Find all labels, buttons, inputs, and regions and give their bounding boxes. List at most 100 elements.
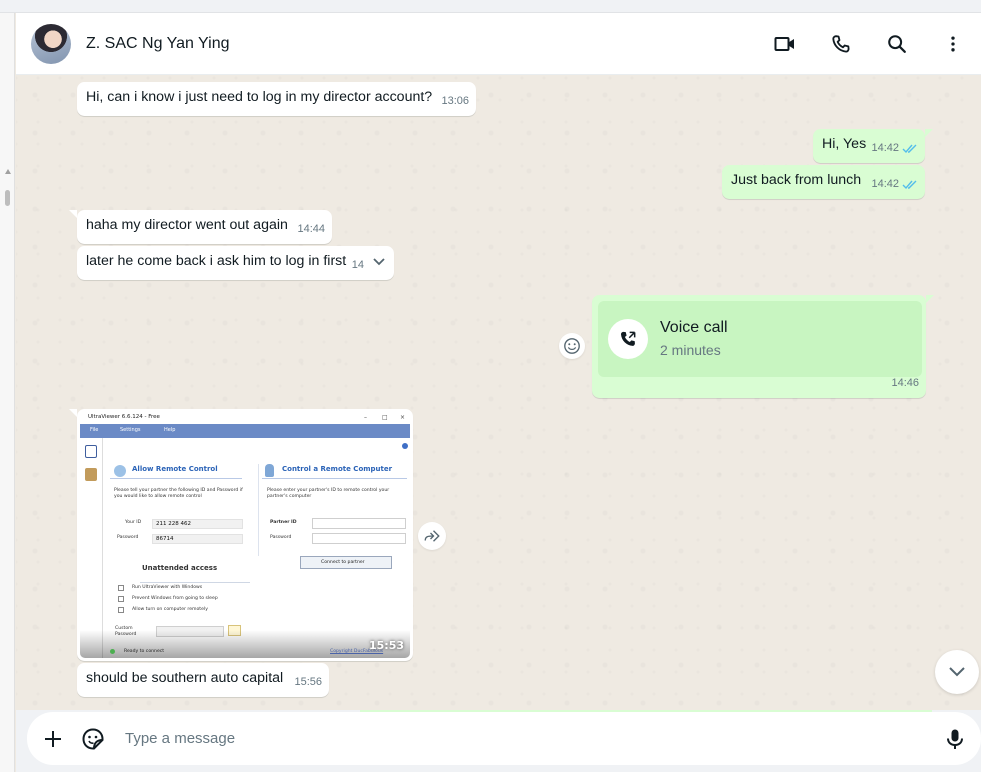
uv-menu-item: Settings [120, 427, 141, 433]
chat-area[interactable]: Hi, can i know i just need to log in my … [16, 76, 981, 710]
chat-header: Z. SAC Ng Yan Ying [16, 13, 981, 75]
message-image[interactable]: UltraViewer 6.6.124 - Free – □ × File Se… [69, 409, 413, 661]
phone-call-icon [620, 331, 636, 346]
message-voice-call[interactable]: Voice call 2 minutes 14:46 [592, 295, 934, 398]
uv-allow-desc: Please tell your partner the following I… [114, 488, 243, 499]
uv-allow-icon [114, 465, 126, 477]
message-incoming[interactable]: haha my director went out again 14:44 [69, 210, 332, 244]
call-duration: 2 minutes [660, 342, 721, 358]
uv-password-field: 86714 [152, 534, 243, 544]
uv-partner-label: Partner ID [270, 520, 297, 525]
uv-option-label: Allow turn on computer remotely [132, 607, 208, 612]
message-time: 14:46 [891, 377, 919, 389]
message-composer [27, 712, 981, 765]
read-ticks-icon [902, 144, 917, 154]
uv-status-text: Ready to connect [124, 649, 165, 654]
message-time: 15:56 [294, 676, 322, 688]
message-meta: 13:06 [441, 92, 469, 111]
uv-status-dot [110, 649, 115, 654]
uv-id-field: 211 228 462 [152, 519, 243, 529]
voice-call-card[interactable]: Voice call 2 minutes [598, 301, 922, 377]
uv-statusbar: Ready to connect Copyright DucFabulous [80, 646, 410, 658]
message-meta: 15:56 [294, 673, 322, 692]
message-options-button[interactable] [368, 254, 390, 270]
voice-message-button[interactable] [935, 719, 975, 759]
voice-call-button[interactable] [813, 13, 869, 75]
call-title: Voice call [660, 319, 728, 336]
avatar[interactable] [31, 23, 71, 64]
uv-unattended-title: Unattended access [142, 564, 218, 572]
scrollbar-thumb[interactable] [5, 190, 10, 206]
smiley-icon [564, 338, 580, 354]
message-meta: 14:42 [871, 175, 918, 194]
scroll-to-bottom-button[interactable] [935, 650, 979, 694]
attach-button[interactable] [33, 719, 73, 759]
uv-titlebar: UltraViewer 6.6.124 - Free – □ × [80, 412, 410, 423]
emoji-sticker-button[interactable] [73, 719, 113, 759]
contact-name[interactable]: Z. SAC Ng Yan Ying [86, 35, 229, 53]
message-time: 14:44 [297, 223, 325, 235]
uv-option-label: Prevent Windows from going to sleep [132, 596, 218, 601]
uv-menu-item: Help [164, 427, 176, 433]
menu-button[interactable] [925, 13, 981, 75]
uv-menu-item: File [90, 427, 99, 433]
message-time: 14:42 [871, 178, 899, 190]
plus-icon [45, 730, 61, 747]
phone-icon [832, 35, 850, 53]
call-icon-wrap [608, 319, 648, 359]
video-call-button[interactable] [757, 13, 813, 75]
message-meta: 14 [352, 256, 364, 275]
uv-option-label: Run UltraViewer with Windows [132, 585, 203, 590]
message-text: Hi, can i know i just need to log in my … [86, 89, 433, 105]
top-strip [0, 0, 981, 13]
menu-icon [951, 36, 955, 52]
uv-maximize-icon: □ [382, 414, 388, 421]
header-actions [757, 13, 981, 75]
uv-minimize-icon: – [364, 414, 367, 421]
uv-id-label: Your ID [125, 520, 142, 525]
video-call-icon [774, 37, 794, 51]
uv-menubar: File Settings Help [80, 424, 410, 438]
message-outgoing[interactable]: Hi, Yes 14:42 [813, 129, 933, 163]
scroll-up-arrow-icon[interactable] [5, 169, 11, 174]
message-outgoing[interactable]: Just back from lunch 14:42 [722, 165, 925, 199]
uv-password-label: Password [117, 535, 139, 540]
message-input[interactable] [125, 730, 935, 747]
search-button[interactable] [869, 13, 925, 75]
ultraviewer-screenshot[interactable]: UltraViewer 6.6.124 - Free – □ × File Se… [80, 412, 410, 658]
uv-checkbox [118, 607, 124, 613]
call-texts: Voice call 2 minutes [660, 318, 728, 360]
uv-unattended-rule [140, 582, 250, 583]
uv-connect-button: Connect to partner [300, 556, 392, 569]
uv-checkbox [118, 596, 124, 602]
uv-allow-title-text: Allow Remote Control [132, 465, 218, 473]
message-time: 14 [351, 259, 364, 271]
emoji-reaction-button[interactable] [559, 333, 585, 359]
message-text: later he come back i ask him to log in f… [86, 253, 347, 269]
message-incoming[interactable]: Hi, can i know i just need to log in my … [77, 82, 476, 116]
uv-checkbox [118, 585, 124, 591]
uv-control-icon [265, 464, 274, 477]
image-time: 15:53 [368, 639, 404, 652]
message-incoming[interactable]: later he come back i ask him to log in f… [77, 246, 394, 280]
chevron-down-icon [373, 258, 385, 266]
uv-partner-input [312, 518, 406, 529]
uv-partner-password-input [312, 533, 406, 544]
left-scrollbar[interactable] [0, 13, 15, 772]
uv-sidebar [80, 438, 103, 658]
microphone-icon [947, 729, 963, 749]
uv-allow-title: Allow Remote Control [110, 465, 242, 479]
message-text: haha my director went out again [86, 217, 288, 233]
message-meta: 14:44 [297, 220, 325, 239]
uv-help-icon [402, 443, 408, 449]
forward-button[interactable] [418, 522, 446, 550]
uv-contact-icon [85, 468, 97, 481]
uv-close-icon: × [400, 414, 406, 421]
uv-window-title: UltraViewer 6.6.124 - Free [88, 414, 160, 420]
search-icon [888, 35, 906, 53]
uv-partner-password-label: Password [270, 535, 292, 540]
message-incoming[interactable]: should be southern auto capital 15:56 [77, 663, 329, 697]
message-time: 13:06 [441, 95, 469, 107]
message-meta: 14:46 [891, 374, 919, 393]
uv-control-desc: Please enter your partner's ID to remote… [267, 488, 390, 499]
